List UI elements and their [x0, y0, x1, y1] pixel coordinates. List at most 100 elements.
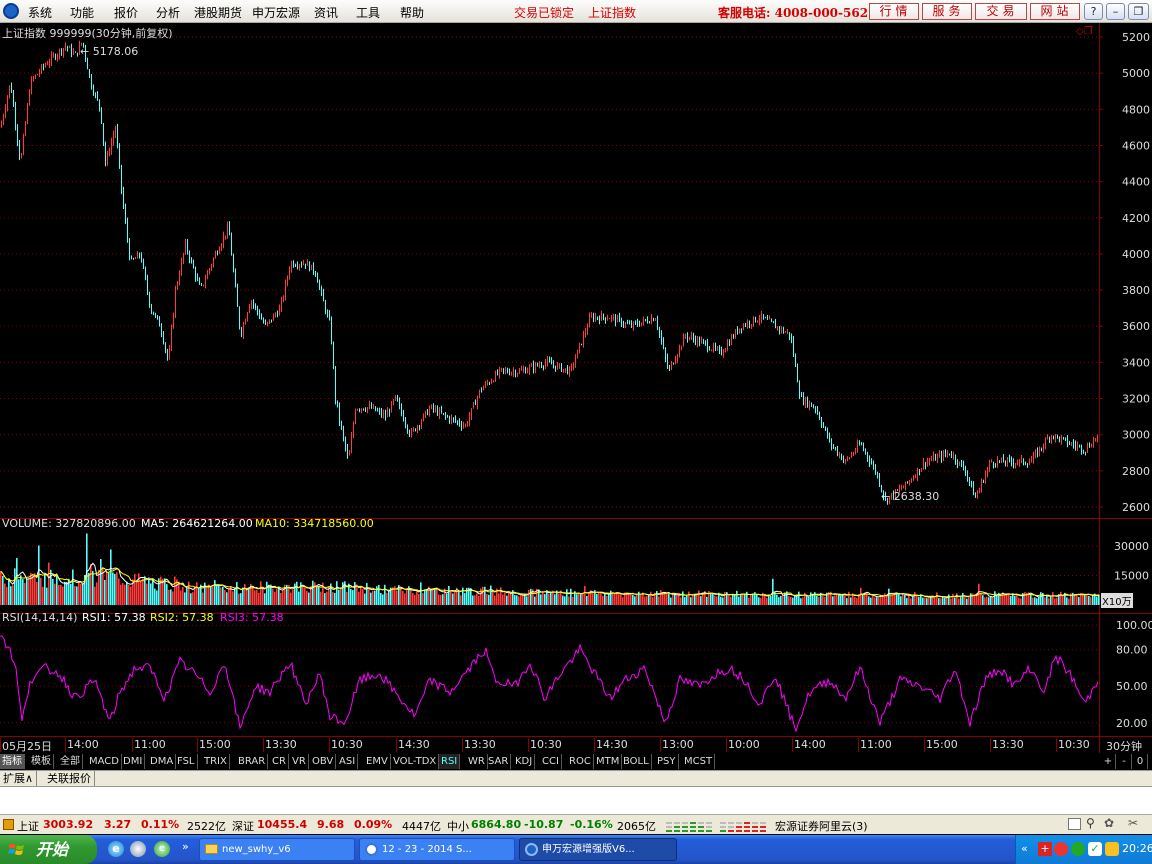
tab-control-1[interactable]: - — [1117, 754, 1132, 769]
tray-clock[interactable]: 20:26 — [1122, 842, 1152, 855]
website-button[interactable]: 网站 — [1030, 3, 1080, 20]
lock-icon[interactable] — [3, 819, 14, 830]
tray-security-icon[interactable] — [1105, 842, 1119, 856]
trade-lock-status[interactable]: 交易已锁定 — [514, 4, 574, 21]
trade-button[interactable]: 交易 — [975, 3, 1027, 20]
menu-analysis[interactable]: 分析 — [156, 4, 180, 21]
volume-bar — [1002, 592, 1004, 605]
menu-hk-futures[interactable]: 港股期货 — [194, 4, 242, 21]
volume-bar — [890, 594, 892, 605]
indicator-tab-brar[interactable]: BRAR — [236, 754, 269, 769]
indicator-tab-dma[interactable]: DMA — [148, 754, 177, 769]
minimize-icon[interactable]: – — [1106, 3, 1125, 20]
task-swhy-app[interactable]: 申万宏源增强版V6... — [519, 838, 677, 861]
task-folder[interactable]: new_swhy_v6 — [199, 838, 355, 861]
indicator-tab-emv[interactable]: EMV — [364, 754, 391, 769]
menu-function[interactable]: 功能 — [70, 4, 94, 21]
indicator-tab-wr[interactable]: WR — [466, 754, 488, 769]
indicator-tab-sar[interactable]: SAR — [486, 754, 512, 769]
indicator-tab-rsi[interactable]: RSI — [439, 754, 461, 769]
volume-bar — [90, 564, 92, 605]
network-icon[interactable]: ⚲ — [1086, 816, 1095, 830]
indicator-tab-全部[interactable]: 全部 — [58, 754, 83, 769]
chart-settings-icon[interactable]: ◇❐ — [1076, 26, 1093, 37]
server-name[interactable]: 宏源证券阿里云(3) — [775, 818, 868, 834]
indicator-tab-mtm[interactable]: MTM — [594, 754, 623, 769]
expand-toggle[interactable]: 扩展∧ — [0, 771, 38, 786]
indicator-tab-mcst[interactable]: MCST — [682, 754, 716, 769]
start-button[interactable]: 开始 — [0, 835, 97, 864]
indicator-tab-dmi[interactable]: DMI — [121, 754, 146, 769]
indicator-tab-cci[interactable]: CCI — [540, 754, 562, 769]
indicator-tab-vr[interactable]: VR — [290, 754, 309, 769]
volume-bar — [356, 584, 358, 605]
ie-icon[interactable]: e — [108, 841, 124, 857]
market-button[interactable]: 行情 — [869, 3, 919, 20]
indicator-tab-fsl[interactable]: FSL — [175, 754, 198, 769]
volume-bar — [982, 595, 984, 605]
task-media[interactable]: 12 - 23 - 2014 S... — [359, 838, 515, 861]
indicator-tab-boll[interactable]: BOLL — [621, 754, 652, 769]
service-button[interactable]: 服务 — [922, 3, 972, 20]
help-icon[interactable]: ? — [1084, 3, 1103, 20]
period-label[interactable]: 30分钟 — [1106, 738, 1142, 754]
volume-bar — [148, 577, 150, 605]
volume-bar — [680, 597, 682, 605]
volume-bar — [32, 573, 34, 605]
menu-system[interactable]: 系统 — [28, 4, 52, 21]
indicator-tab-obv[interactable]: OBV — [310, 754, 337, 769]
indicator-tab-roc[interactable]: ROC — [567, 754, 594, 769]
volume-bar — [214, 580, 216, 605]
volume-bar — [1040, 592, 1042, 605]
volume-bar — [416, 589, 418, 605]
indicator-tab-psy[interactable]: PSY — [655, 754, 679, 769]
menu-tools[interactable]: 工具 — [356, 4, 380, 21]
window-mode-icon[interactable] — [1068, 818, 1081, 830]
tray-red-icon[interactable] — [1054, 842, 1068, 856]
chart-area[interactable]: 5200 5000 4800 4600 4400 4200 4000 3800 3600 3400… — [0, 23, 1152, 753]
app-logo-icon[interactable] — [3, 3, 19, 19]
indicator-tab-指标[interactable]: 指标 — [0, 754, 25, 769]
rsi-axis-tick: 100.00 — [1116, 619, 1152, 632]
browser-icon[interactable]: e — [154, 841, 170, 857]
sz-index-name[interactable]: 深证 — [232, 818, 254, 834]
tab-control-2[interactable]: 0 — [1133, 754, 1148, 769]
menu-quote[interactable]: 报价 — [114, 4, 138, 21]
settings-icon[interactable]: ✿ — [1104, 816, 1114, 830]
options-icon[interactable]: ✂ — [1128, 816, 1138, 830]
indicator-tab-trix[interactable]: TRIX — [202, 754, 230, 769]
indicator-tab-模板[interactable]: 模板 — [29, 754, 54, 769]
volume-bar — [906, 598, 908, 605]
tab-control-0[interactable]: + — [1101, 754, 1116, 769]
indicator-tab-asi[interactable]: ASI — [337, 754, 359, 769]
related-quotes-tab[interactable]: 关联报价 — [44, 771, 95, 786]
tray-shield-icon[interactable]: ✓ — [1088, 842, 1102, 856]
task-media-label: 12 - 23 - 2014 S... — [382, 844, 472, 855]
volume-bar — [878, 597, 880, 605]
start-label: 开始 — [36, 840, 69, 859]
sh-index-name[interactable]: 上证 — [17, 818, 39, 834]
tray-app-icon[interactable]: + — [1038, 842, 1052, 856]
menu-swhy[interactable]: 申万宏源 — [252, 4, 300, 21]
menu-news[interactable]: 资讯 — [314, 4, 338, 21]
restore-icon[interactable]: ❐ — [1128, 3, 1149, 20]
volume-bar — [1034, 597, 1036, 605]
volume-bar — [862, 593, 864, 605]
volume-bar — [26, 579, 28, 605]
quicklaunch-more-icon[interactable]: » — [182, 840, 189, 853]
volume-bar — [126, 581, 128, 605]
menu-help[interactable]: 帮助 — [400, 4, 424, 21]
tray-expand-icon[interactable]: « — [1021, 842, 1028, 855]
indicator-tab-macd[interactable]: MACD — [87, 754, 122, 769]
sme-index-name[interactable]: 中小 — [447, 818, 469, 834]
indicator-tab-cr[interactable]: CR — [270, 754, 289, 769]
breadth-cell — [752, 826, 758, 828]
time-axis-tick — [528, 738, 529, 752]
quicklaunch-icon[interactable] — [130, 841, 146, 857]
indicator-tab-kdj[interactable]: KDJ — [513, 754, 536, 769]
volume-bar — [924, 597, 926, 605]
volume-bar — [768, 594, 770, 605]
volume-bar — [960, 597, 962, 605]
tray-green-icon[interactable] — [1071, 842, 1085, 856]
indicator-tab-vol-tdx[interactable]: VOL-TDX — [391, 754, 440, 769]
